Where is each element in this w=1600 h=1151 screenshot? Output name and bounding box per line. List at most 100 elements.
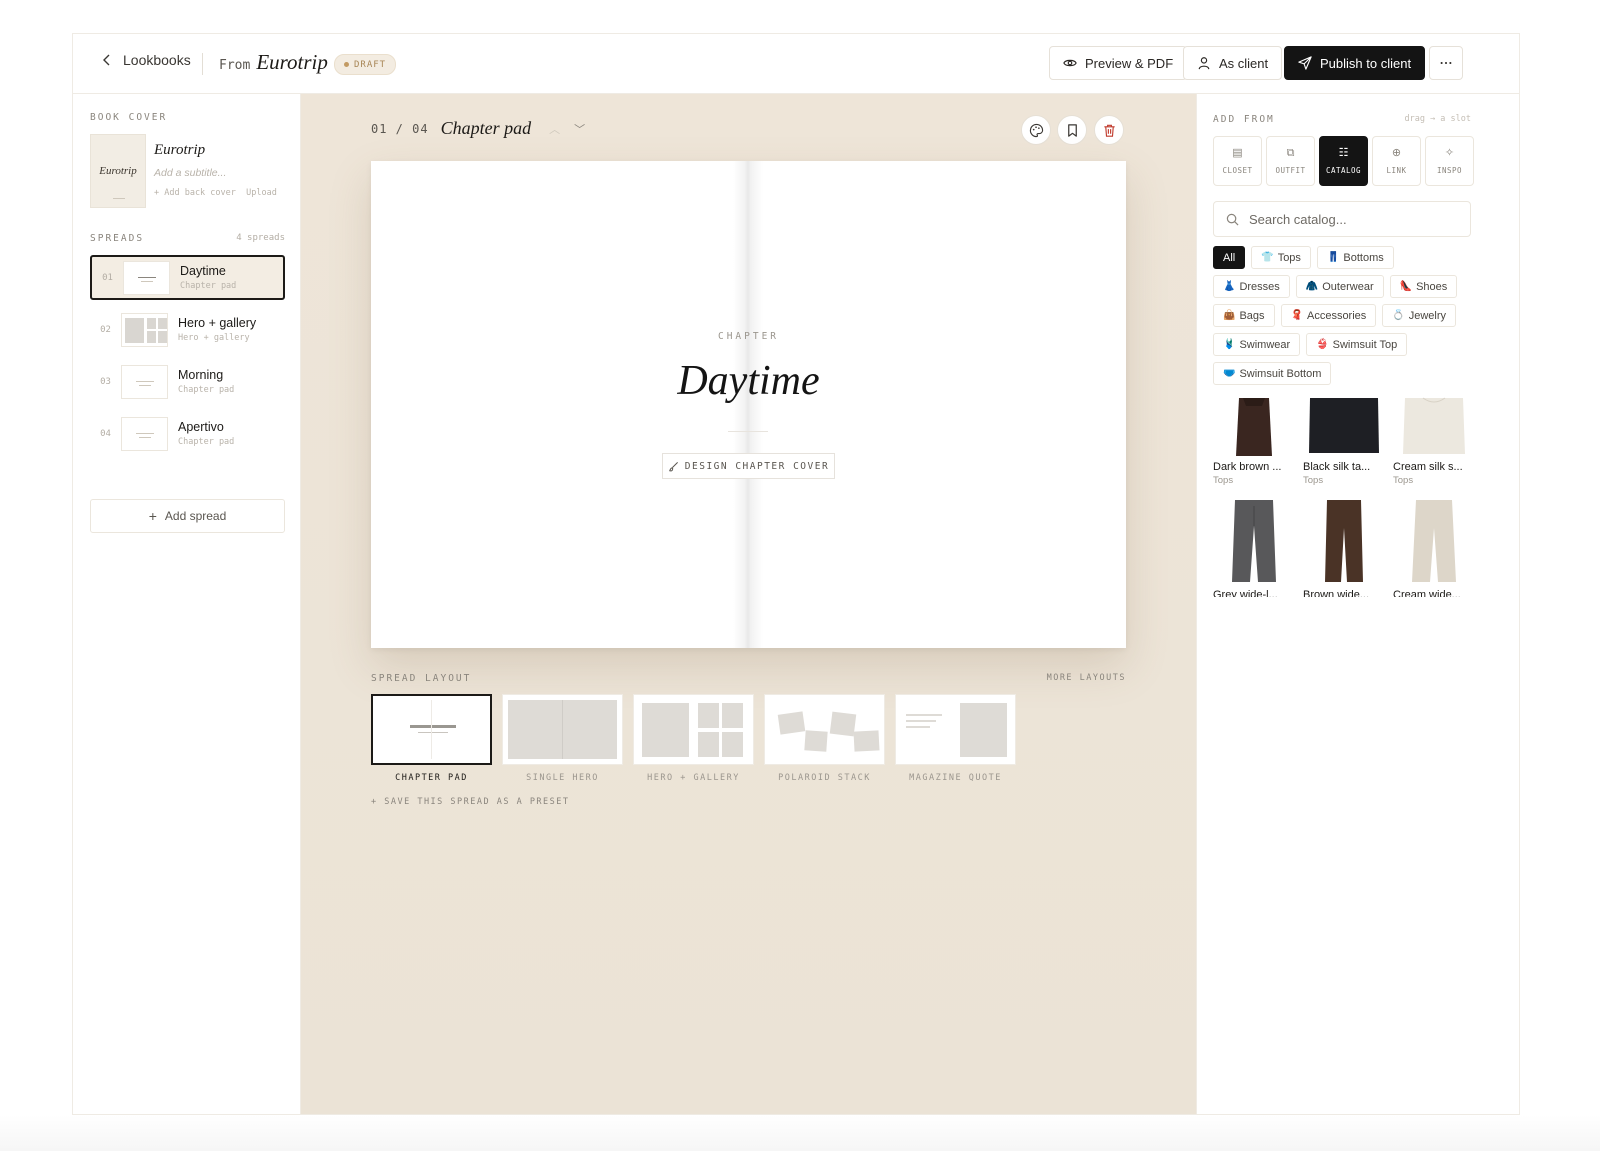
category-chip-bags[interactable]: 👜 Bags	[1213, 304, 1275, 327]
divider	[202, 53, 203, 75]
category-chip-shoes[interactable]: 👠 Shoes	[1389, 275, 1458, 298]
catalog-search[interactable]	[1213, 201, 1471, 237]
layout-option-single-hero[interactable]: SINGLE HERO	[502, 694, 623, 783]
layout-option-chapter-pad[interactable]: CHAPTER PAD	[371, 694, 492, 783]
spread-canvas-area: 01 / 04 Chapter pad ︿ ﹀ CHAPTER Daytime …	[301, 94, 1196, 1114]
chip-label: Swimsuit Top	[1332, 338, 1398, 351]
top-bar: Lookbooks From Eurotrip DRAFT Preview & …	[73, 34, 1519, 94]
delete-spread-button[interactable]	[1094, 115, 1124, 145]
add-spread-button[interactable]: + Add spread	[90, 499, 285, 533]
spread-number: 03	[100, 376, 111, 387]
outfit-icon: ⧉	[1286, 146, 1295, 159]
tab-catalog[interactable]: ☷ CATALOG	[1319, 136, 1368, 186]
back-label: Lookbooks	[123, 52, 191, 68]
cover-thumbnail[interactable]: Eurotrip	[90, 134, 146, 208]
catalog-item[interactable]: Cream wide...	[1393, 498, 1475, 597]
spread-layout-header: SPREAD LAYOUT MORE LAYOUTS	[371, 673, 1126, 684]
book-title: From Eurotrip	[219, 50, 328, 75]
category-chip-swimsuit-bottom[interactable]: 🩲 Swimsuit Bottom	[1213, 362, 1332, 385]
catalog-item[interactable]: Black silk ta... Tops	[1303, 396, 1385, 486]
tab-label: CATALOG	[1325, 165, 1362, 175]
spread-item-hero-gallery[interactable]: 02 Hero + gallery Hero + gallery	[90, 307, 285, 352]
category-chip-swimwear[interactable]: 🩱 Swimwear	[1213, 333, 1301, 356]
add-back-cover-link[interactable]: + Add back cover	[154, 188, 236, 198]
chip-label: Swimwear	[1239, 338, 1291, 351]
category-chip-accessories[interactable]: 🧣 Accessories	[1280, 304, 1377, 327]
chip-label: All	[1223, 251, 1236, 264]
design-chapter-cover-button[interactable]: DESIGN CHAPTER COVER	[662, 453, 835, 479]
catalog-item[interactable]: Dark brown ... Tops	[1213, 396, 1295, 486]
layout-preview	[502, 694, 623, 765]
chapter-name[interactable]: Daytime	[371, 357, 1126, 405]
category-chip-tops[interactable]: 👕 Tops	[1251, 246, 1311, 269]
chip-label: Shoes	[1416, 280, 1448, 293]
tab-link[interactable]: ⊕ LINK	[1372, 136, 1421, 186]
category-chip-swimsuit-top[interactable]: 👙 Swimsuit Top	[1306, 333, 1408, 356]
category-chip-dresses[interactable]: 👗 Dresses	[1213, 275, 1290, 298]
tab-label: OUTFIT	[1275, 165, 1306, 175]
layout-preview	[764, 694, 885, 765]
page-bottom-edge	[0, 1115, 1600, 1151]
spread-title[interactable]: Chapter pad	[441, 118, 532, 139]
chip-label: Tops	[1277, 251, 1301, 264]
cover-subtitle-input[interactable]: Add a subtitle...	[154, 167, 226, 179]
more-layouts-link[interactable]: MORE LAYOUTS	[1047, 673, 1126, 684]
book-name[interactable]: Eurotrip	[256, 50, 328, 75]
chip-label: Swimsuit Bottom	[1239, 367, 1322, 380]
tab-label: INSPO	[1436, 165, 1463, 175]
cover-title[interactable]: Eurotrip	[154, 142, 205, 159]
catalog-item[interactable]: Cream silk s... Tops	[1393, 396, 1475, 486]
ellipsis-icon	[1440, 61, 1452, 65]
spread-item-daytime[interactable]: 01 Daytime Chapter pad	[90, 255, 285, 300]
chip-label: Accessories	[1306, 309, 1367, 322]
handbag-icon: 👜	[1223, 309, 1236, 321]
chevron-up-icon[interactable]: ︿	[549, 121, 560, 137]
spread-index: 01 / 04	[371, 121, 429, 136]
add-spread-label: Add spread	[164, 509, 227, 523]
layout-option-magazine-quote[interactable]: MAGAZINE QUOTE	[895, 694, 1016, 783]
inspo-icon: ✧	[1444, 146, 1455, 159]
product-name: Grey wide-l...	[1213, 589, 1278, 597]
category-chip-outerwear[interactable]: 🧥 Outerwear	[1295, 275, 1384, 298]
plus-icon: +	[148, 508, 157, 524]
spread-item-morning[interactable]: 03 Morning Chapter pad	[90, 359, 285, 404]
chevron-down-icon[interactable]: ﹀	[574, 121, 585, 137]
status-dot	[344, 62, 349, 67]
more-options-button[interactable]	[1429, 46, 1463, 80]
product-image	[1213, 396, 1295, 456]
publish-to-client-button[interactable]: Publish to client	[1284, 46, 1426, 80]
palette-button[interactable]	[1021, 115, 1051, 145]
upload-link[interactable]: Upload	[246, 188, 277, 198]
spread-item-apertivo[interactable]: 04 Apertivo Chapter pad	[90, 411, 285, 456]
preview-label: Preview & PDF	[1085, 55, 1174, 71]
spread-subtitle: Chapter pad	[178, 385, 235, 395]
search-input[interactable]	[1249, 211, 1449, 227]
tab-outfit[interactable]: ⧉ OUTFIT	[1266, 136, 1315, 186]
add-from-header: ADD FROM drag → a slot	[1213, 114, 1471, 125]
catalog-item[interactable]: Brown wide...	[1303, 498, 1385, 597]
layout-option-polaroid-stack[interactable]: POLAROID STACK	[764, 694, 885, 783]
preview-pdf-button[interactable]: Preview & PDF	[1049, 46, 1188, 80]
spreads-header: SPREADS 4 spreads	[90, 233, 285, 244]
tab-closet[interactable]: ▤ CLOSET	[1213, 136, 1262, 186]
tab-inspo[interactable]: ✧ INSPO	[1425, 136, 1474, 186]
back-to-lookbooks-link[interactable]: Lookbooks	[101, 52, 191, 68]
spread-title: Apertivo	[178, 420, 224, 434]
search-icon	[1226, 213, 1239, 225]
category-chip-bottoms[interactable]: 👖 Bottoms	[1316, 246, 1394, 269]
heel-icon: 👠	[1399, 280, 1413, 292]
category-chip-all[interactable]: All	[1213, 246, 1246, 269]
book-spread-preview[interactable]: CHAPTER Daytime DESIGN CHAPTER COVER	[371, 161, 1126, 648]
catalog-item[interactable]: Grey wide-l...	[1213, 498, 1295, 597]
spread-text: Morning Chapter pad	[178, 368, 234, 395]
briefs-icon: 🩲	[1223, 367, 1236, 379]
save-spread-preset-link[interactable]: + SAVE THIS SPREAD AS A PRESET	[371, 797, 570, 807]
as-client-button[interactable]: As client	[1183, 46, 1283, 80]
product-image	[1393, 396, 1475, 456]
design-chapter-cover-label: DESIGN CHAPTER COVER	[684, 460, 830, 472]
layout-option-hero-gallery[interactable]: HERO + GALLERY	[633, 694, 754, 783]
product-category: Tops	[1393, 475, 1414, 486]
send-icon	[1298, 56, 1312, 70]
bookmark-button[interactable]	[1057, 115, 1087, 145]
category-chip-jewelry[interactable]: 💍 Jewelry	[1382, 304, 1457, 327]
